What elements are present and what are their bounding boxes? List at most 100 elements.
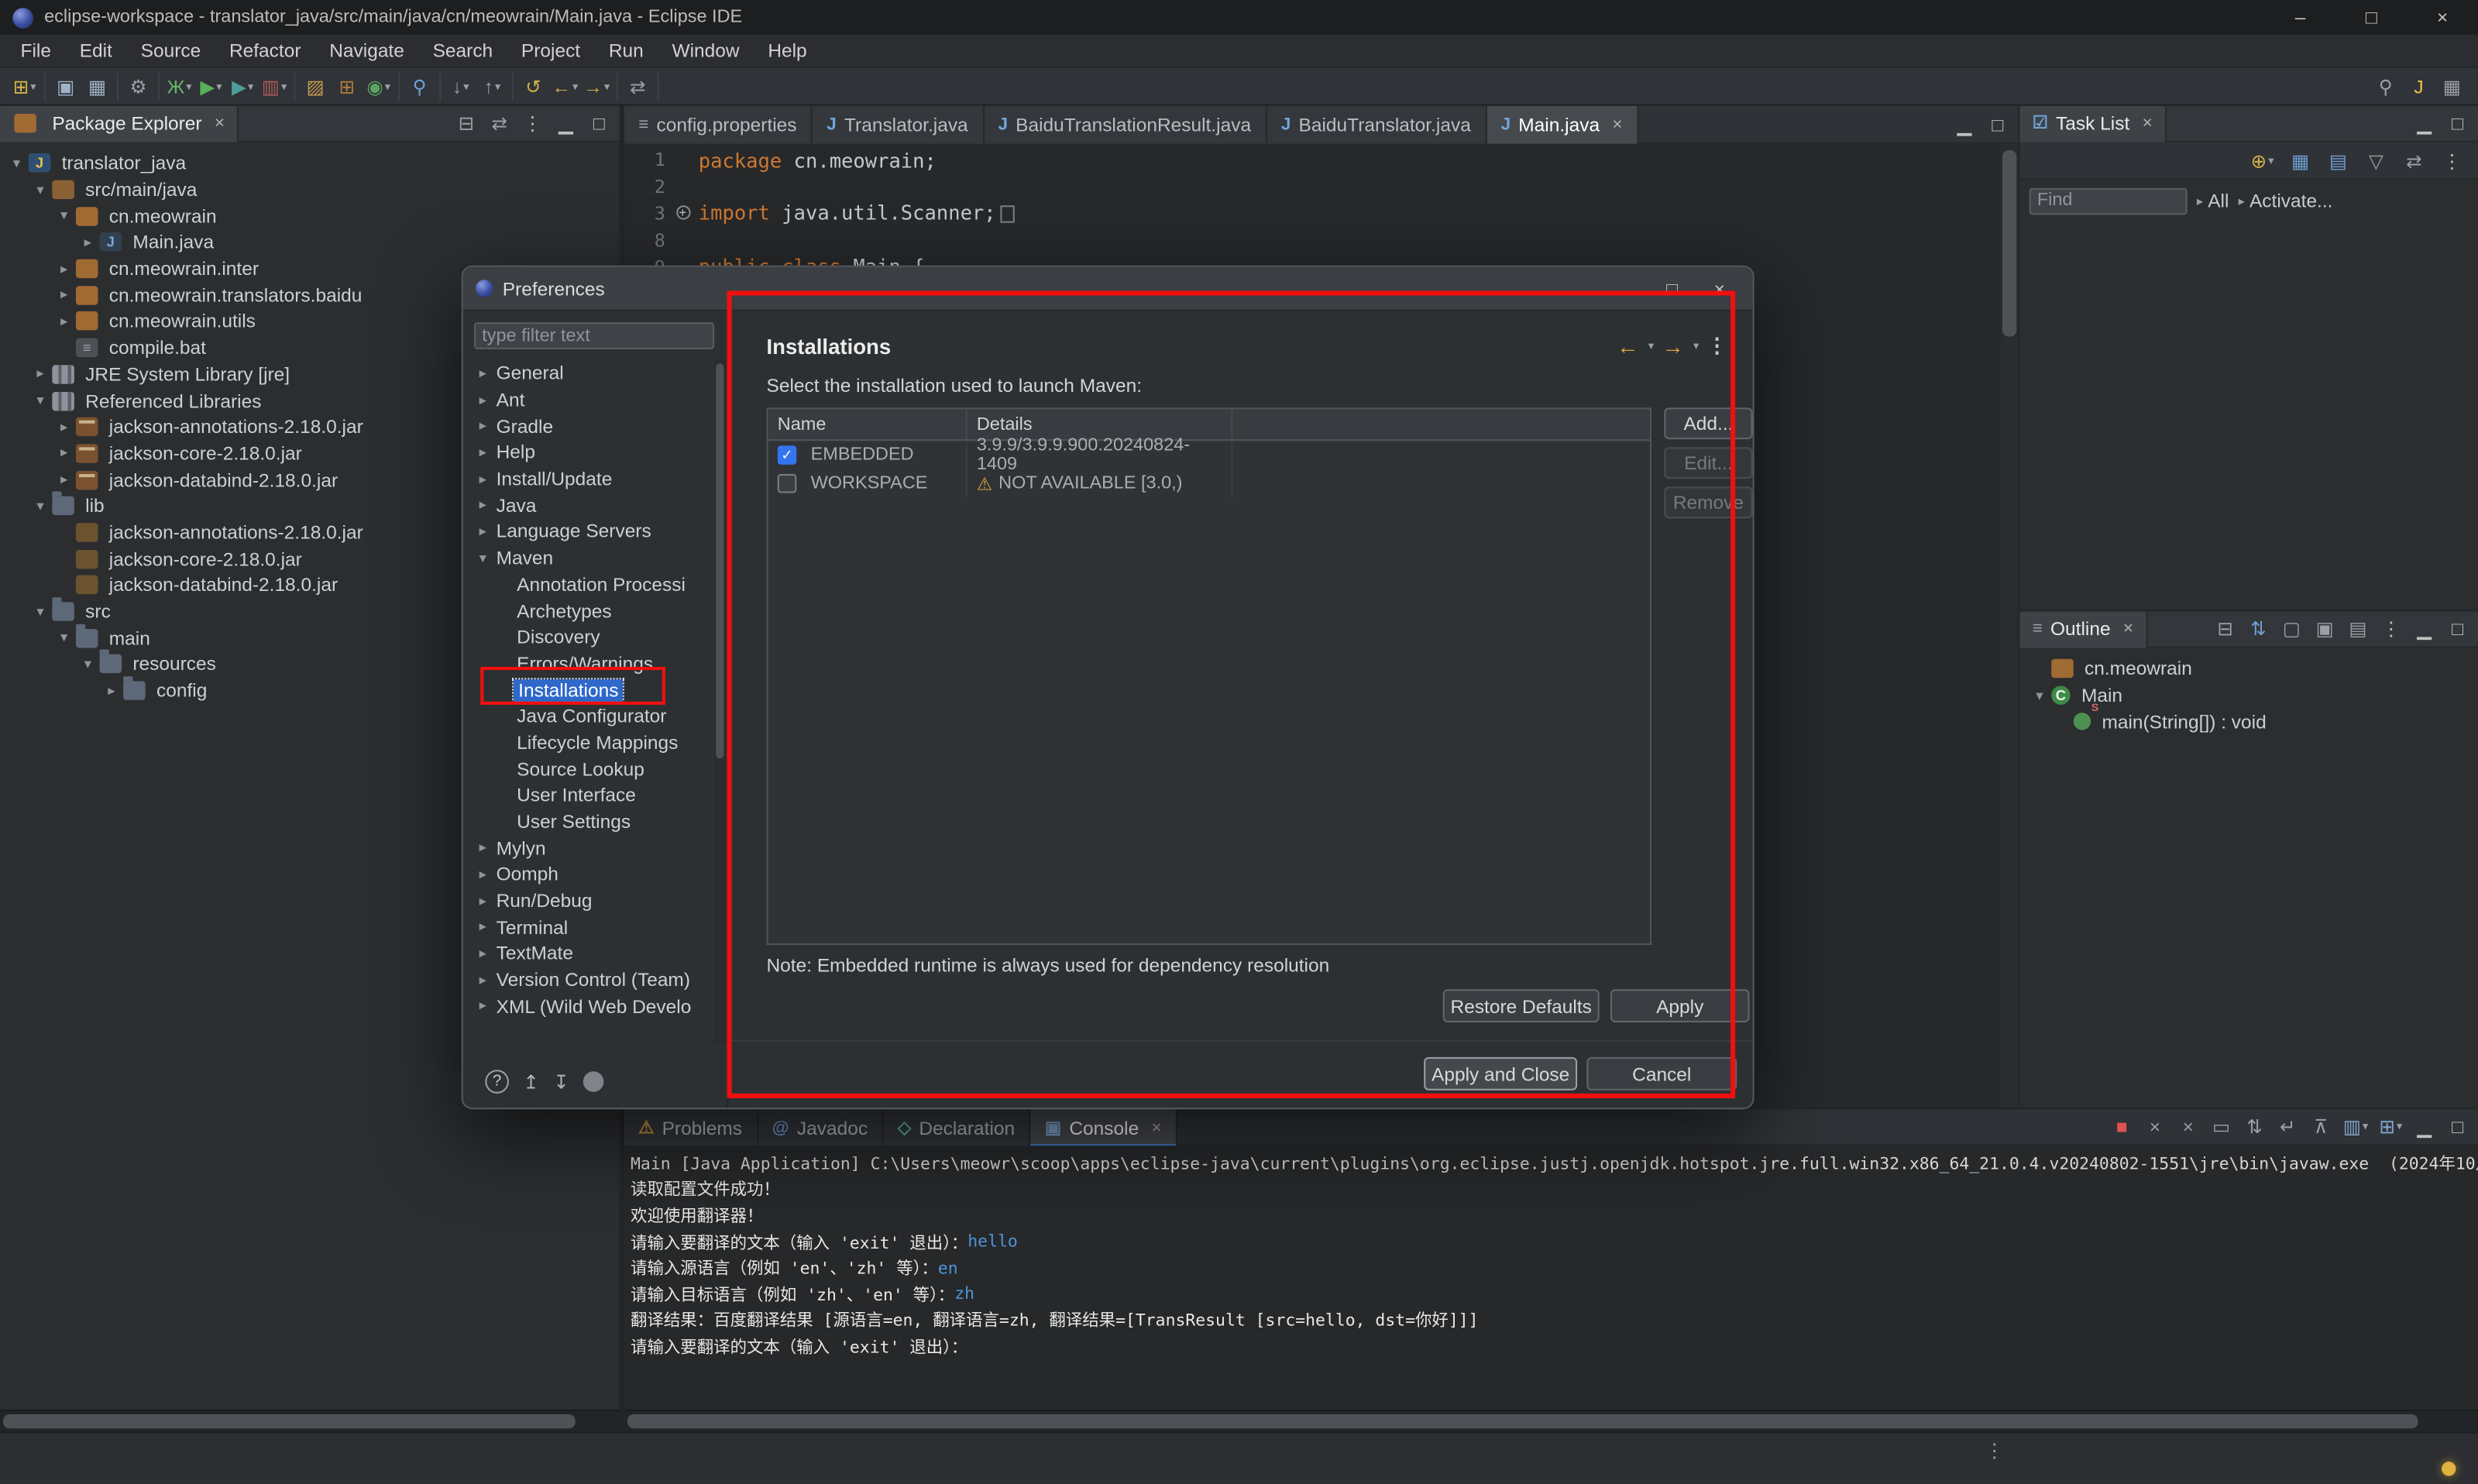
tree-item-language-servers[interactable]: ▸Language Servers xyxy=(466,518,714,544)
maximize-view-icon[interactable]: □ xyxy=(588,111,610,136)
close-icon[interactable]: × xyxy=(1612,115,1622,134)
chevron-expanded-icon[interactable]: ▾ xyxy=(30,181,51,198)
view-menu-icon[interactable]: ⋮ xyxy=(2380,617,2403,642)
checkbox-unchecked[interactable] xyxy=(778,474,796,493)
find-input[interactable] xyxy=(2029,187,2188,215)
chevron-collapsed-icon[interactable]: ▸ xyxy=(77,234,98,251)
tree-item-installations[interactable]: Installations xyxy=(466,677,714,703)
tree-item-cn-meowrain[interactable]: ▾cn.meowrain xyxy=(3,203,617,229)
fold-collapsed-icon[interactable]: + xyxy=(675,206,689,220)
maximize-view-icon[interactable]: □ xyxy=(1987,112,2009,137)
tree-item-src-main-java[interactable]: ▾src/main/java xyxy=(3,177,617,203)
java-perspective-icon[interactable]: J xyxy=(2405,72,2432,101)
chevron-collapsed-icon[interactable]: ▸ xyxy=(473,919,493,936)
tab-baidutranslator-java[interactable]: JBaiduTranslator.java xyxy=(1266,106,1486,144)
tab-console[interactable]: ▣Console× xyxy=(1031,1109,1177,1147)
menu-source[interactable]: Source xyxy=(126,36,215,65)
menu-search[interactable]: Search xyxy=(418,36,507,65)
import-preferences-icon[interactable]: ↧ xyxy=(553,1070,569,1093)
tab-main-java[interactable]: JMain.java× xyxy=(1486,106,1638,144)
restore-defaults-button[interactable]: Restore Defaults xyxy=(1443,989,1600,1022)
chevron-expanded-icon[interactable]: ▾ xyxy=(53,208,74,225)
collapse-all-icon[interactable]: ⊟ xyxy=(2214,617,2236,642)
scroll-lock-icon[interactable]: ⇅ xyxy=(2243,1114,2266,1139)
new-task-icon[interactable]: ⊕▾ xyxy=(2249,146,2276,175)
apply-and-close-button[interactable]: Apply and Close xyxy=(1424,1057,1577,1091)
save-all-icon[interactable]: ▦ xyxy=(84,72,111,101)
minimize-button[interactable]: – xyxy=(2265,0,2336,35)
menu-window[interactable]: Window xyxy=(658,36,754,65)
close-button[interactable]: × xyxy=(2407,0,2478,35)
tab-task-list[interactable]: ☑ Task List × xyxy=(2019,105,2167,142)
close-icon[interactable]: × xyxy=(1152,1118,1162,1137)
close-icon[interactable]: × xyxy=(2143,114,2153,132)
pin-console-icon[interactable]: ⊼ xyxy=(2310,1114,2332,1139)
maximize-view-icon[interactable]: □ xyxy=(2446,1114,2469,1139)
remove-launch-icon[interactable]: × xyxy=(2144,1114,2167,1139)
tree-item-lifecycle-mappings[interactable]: Lifecycle Mappings xyxy=(466,730,714,756)
tree-item-help[interactable]: ▸Help xyxy=(466,439,714,465)
chevron-down-icon[interactable]: ▾ xyxy=(1648,340,1654,352)
chevron-collapsed-icon[interactable]: ▸ xyxy=(53,445,74,462)
chevron-expanded-icon[interactable]: ▾ xyxy=(6,155,27,172)
tree-item-java-configurator[interactable]: Java Configurator xyxy=(466,703,714,730)
console-output[interactable]: Main [Java Application] C:\Users\meowr\s… xyxy=(624,1146,2478,1410)
minimize-view-icon[interactable]: ▁ xyxy=(2413,617,2435,642)
scrollbar-thumb[interactable] xyxy=(3,1414,576,1428)
tree-item-user-interface[interactable]: User Interface xyxy=(466,782,714,809)
categorized-presentation-icon[interactable]: ▦ xyxy=(2287,146,2314,175)
tree-item-version-control-team[interactable]: ▸Version Control (Team) xyxy=(466,967,714,993)
back-icon[interactable]: ← xyxy=(1614,333,1642,359)
installation-row-embedded[interactable]: EMBEDDED3.9.9/3.9.9.900.20240824-1409 xyxy=(768,441,1650,469)
chevron-collapsed-icon[interactable]: ▸ xyxy=(473,470,493,487)
tree-item-main-java[interactable]: ▸Main.java xyxy=(3,229,617,256)
chevron-collapsed-icon[interactable]: ▸ xyxy=(101,682,122,699)
view-menu-icon[interactable]: ⋮ xyxy=(521,111,544,136)
tree-item-discovery[interactable]: Discovery xyxy=(466,624,714,651)
add-button[interactable]: Add... xyxy=(1664,407,1752,439)
collapse-all-icon[interactable]: ⊟ xyxy=(455,111,478,136)
open-console-icon[interactable]: ⊞▾ xyxy=(2379,1114,2402,1139)
close-icon[interactable]: × xyxy=(215,114,225,132)
chevron-collapsed-icon[interactable]: ▸ xyxy=(53,471,74,488)
checkbox-checked[interactable] xyxy=(778,445,796,464)
menu-project[interactable]: Project xyxy=(507,36,595,65)
minimize-view-icon[interactable]: ▁ xyxy=(2413,111,2435,136)
tree-item-gradle[interactable]: ▸Gradle xyxy=(466,413,714,439)
apply-button[interactable]: Apply xyxy=(1610,989,1750,1022)
tree-item-errors-warnings[interactable]: Errors/Warnings xyxy=(466,651,714,677)
word-wrap-icon[interactable]: ↵ xyxy=(2277,1114,2299,1139)
chevron-expanded-icon[interactable]: ▾ xyxy=(30,603,51,620)
tree-item-textmate[interactable]: ▸TextMate xyxy=(466,940,714,967)
new-package-icon[interactable]: ⊞ xyxy=(333,72,360,101)
maximize-view-icon[interactable]: □ xyxy=(2446,111,2469,136)
debug-icon[interactable]: Ж▾ xyxy=(166,72,193,101)
chevron-expanded-icon[interactable]: ▾ xyxy=(473,549,493,566)
notification-icon[interactable] xyxy=(2442,1462,2456,1475)
menu-refactor[interactable]: Refactor xyxy=(215,36,315,65)
scope-all-dropdown[interactable]: ▸All xyxy=(2197,190,2229,212)
tab-config-properties[interactable]: ≡config.properties xyxy=(624,106,813,144)
activate-dropdown[interactable]: ▸Activate... xyxy=(2239,190,2333,212)
maximize-view-icon[interactable]: □ xyxy=(2446,617,2469,642)
chevron-collapsed-icon[interactable]: ▸ xyxy=(53,418,74,435)
menu-help[interactable]: Help xyxy=(754,36,821,65)
chevron-collapsed-icon[interactable]: ▸ xyxy=(473,945,493,962)
chevron-collapsed-icon[interactable]: ▸ xyxy=(53,313,74,330)
chevron-collapsed-icon[interactable]: ▸ xyxy=(30,366,51,383)
chevron-collapsed-icon[interactable]: ▸ xyxy=(473,391,493,408)
run-external-tools-icon[interactable]: ▶▾ xyxy=(229,72,256,101)
link-with-editor-icon[interactable]: ⇄ xyxy=(624,72,651,101)
tab-package-explorer[interactable]: Package Explorer × xyxy=(0,105,239,142)
next-annotation-icon[interactable]: ↓▾ xyxy=(447,72,474,101)
hide-fields-icon[interactable]: ▢ xyxy=(2280,617,2303,642)
new-wizard-icon[interactable]: ⊞▾ xyxy=(11,72,38,101)
tree-item-main-string-void[interactable]: main(String[]) : void xyxy=(2026,709,2475,735)
tree-item-annotation-processi[interactable]: Annotation Processi xyxy=(466,572,714,598)
tree-item-java[interactable]: ▸Java xyxy=(466,492,714,518)
chevron-expanded-icon[interactable]: ▾ xyxy=(30,392,51,409)
remove-all-launches-icon[interactable]: × xyxy=(2177,1114,2200,1139)
chevron-collapsed-icon[interactable]: ▸ xyxy=(473,365,493,382)
tree-item-archetypes[interactable]: Archetypes xyxy=(466,598,714,624)
terminate-icon[interactable]: ■ xyxy=(2111,1114,2133,1139)
